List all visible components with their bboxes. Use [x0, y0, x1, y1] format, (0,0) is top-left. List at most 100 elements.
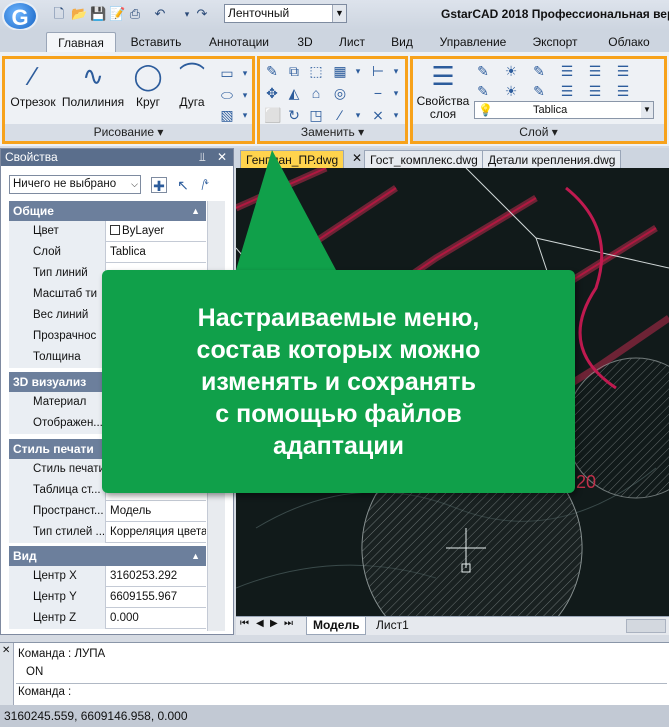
circle-icon: ◯ — [133, 61, 163, 91]
document-tab-active[interactable]: Генплан_ПР.dwg — [240, 150, 345, 168]
selection-dropdown[interactable]: Ничего не выбрано ⌵ — [9, 175, 141, 194]
new-file-icon[interactable]: 🗋 — [52, 7, 66, 21]
layer-tool-icon[interactable]: ✎ — [475, 63, 491, 79]
app-logo-icon[interactable]: G — [2, 1, 38, 31]
undo-dropdown-icon[interactable]: ▾ — [180, 7, 194, 21]
layer-tool-icon[interactable]: ☀ — [503, 83, 519, 99]
tab-home[interactable]: Главная — [46, 32, 116, 52]
property-row[interactable]: Тип стилей ... Корреляция цвета — [9, 522, 206, 543]
circle-button[interactable]: ◯ Круг — [127, 59, 169, 109]
property-row[interactable]: Цвет ByLayer — [9, 221, 206, 242]
property-row[interactable]: Слой Tablica — [9, 242, 206, 263]
select-objects-icon[interactable]: ↖ — [175, 177, 191, 193]
layer-select[interactable]: 💡 Tablica ▼ — [474, 101, 654, 119]
pin-icon[interactable]: ⫫ — [199, 149, 206, 166]
command-prompt[interactable]: Команда : — [18, 686, 71, 698]
undo-icon[interactable]: ↶ — [153, 7, 167, 21]
command-grip[interactable]: ✕ — [0, 643, 14, 705]
tab-sheet[interactable]: Лист — [330, 32, 374, 52]
copy-icon[interactable]: ⧉ — [286, 63, 302, 79]
array-icon[interactable]: ▦ — [332, 63, 348, 79]
more-icon[interactable]: ▾ — [350, 107, 366, 123]
tab-manage[interactable]: Управление — [432, 32, 514, 52]
section-view[interactable]: Вид ▲ — [9, 546, 206, 566]
close-icon[interactable]: ✕ — [2, 645, 10, 656]
fillet-icon[interactable]: ◳ — [308, 107, 324, 123]
workspace-select[interactable]: Ленточный ▼ — [224, 4, 347, 23]
section-general[interactable]: Общие ▲ — [9, 201, 206, 221]
layer-tool-icon[interactable]: ☰ — [615, 63, 631, 79]
horizontal-scrollbar[interactable] — [626, 619, 666, 633]
modify-panel-label[interactable]: Заменить ▾ — [260, 124, 405, 141]
more-icon[interactable]: ▾ — [237, 65, 253, 81]
rotate-icon[interactable]: ↻ — [286, 107, 302, 123]
redo-icon[interactable]: ↷ — [195, 7, 209, 21]
more-icon[interactable]: ▾ — [388, 107, 404, 123]
more-icon[interactable]: ▾ — [350, 63, 366, 79]
more-icon[interactable]: ▾ — [237, 87, 253, 103]
save-as-icon[interactable]: 📝 — [109, 7, 125, 21]
tab-cloud[interactable]: Облако — [596, 32, 662, 52]
document-tab[interactable]: Гост_комплекс.dwg — [364, 150, 484, 168]
more-icon[interactable]: ▾ — [388, 63, 404, 79]
layer-tool-icon[interactable]: ✎ — [531, 83, 547, 99]
more-icon[interactable]: ▾ — [237, 107, 253, 123]
document-tab[interactable]: Детали крепления.dwg — [482, 150, 622, 168]
layout-tab-bar: ⏮ ◀ ▶ ⏭ Модель Лист1 — [236, 616, 669, 635]
chevron-down-icon: ▼ — [641, 102, 653, 118]
tab-3d[interactable]: 3D — [288, 32, 322, 52]
join-icon[interactable]: − — [370, 85, 386, 101]
layer-tool-icon[interactable]: ☰ — [615, 83, 631, 99]
arc-button[interactable]: ⌒ Дуга — [171, 59, 213, 109]
layer-panel-label[interactable]: Слой ▾ — [413, 124, 664, 141]
first-layout-icon[interactable]: ⏮ — [240, 618, 249, 629]
align-icon[interactable]: ⊢ — [370, 63, 386, 79]
layout-tab-sheet1[interactable]: Лист1 — [372, 617, 413, 634]
explode-icon[interactable]: ⨯ — [370, 107, 386, 123]
tab-export[interactable]: Экспорт — [524, 32, 586, 52]
property-row[interactable]: Центр Z 0.000 — [9, 608, 206, 629]
open-folder-icon[interactable]: 📂 — [71, 7, 87, 21]
tab-view[interactable]: Вид — [380, 32, 424, 52]
tab-annotations[interactable]: Аннотации — [200, 32, 278, 52]
close-tab-icon[interactable]: ✕ — [352, 151, 362, 165]
break-icon[interactable]: ∕ — [332, 107, 348, 123]
rectangle-icon[interactable]: ▭ — [219, 65, 235, 81]
ellipse-icon[interactable]: ⬭ — [219, 87, 235, 103]
next-layout-icon[interactable]: ▶ — [270, 618, 278, 629]
layer-tool-icon[interactable]: ☰ — [559, 83, 575, 99]
layer-tool-icon[interactable]: ✎ — [531, 63, 547, 79]
property-row[interactable]: Центр Y 6609155.967 — [9, 587, 206, 608]
mirror-icon[interactable]: ◭ — [286, 85, 302, 101]
layout-tab-model[interactable]: Модель — [306, 617, 367, 635]
command-window: ✕ Команда : ЛУПА ON Команда : — [0, 642, 669, 705]
layer-properties-button[interactable]: ☰ Свойства слоя — [415, 59, 471, 121]
layer-tool-icon[interactable]: ✎ — [475, 83, 491, 99]
property-row[interactable]: Пространст... Модель — [9, 501, 206, 522]
scale-icon[interactable]: ⬜ — [264, 107, 281, 123]
layer-tool-icon[interactable]: ☰ — [587, 83, 603, 99]
property-row[interactable]: Центр X 3160253.292 — [9, 566, 206, 587]
layer-tool-icon[interactable]: ☀ — [503, 63, 519, 79]
draw-panel-label[interactable]: Рисование ▾ — [5, 124, 252, 141]
prev-layout-icon[interactable]: ◀ — [256, 618, 264, 629]
move-arrows-icon[interactable]: ✥ — [264, 85, 280, 101]
polyline-button[interactable]: ∿ Полилиния — [61, 59, 125, 109]
quick-select-icon[interactable]: ⭚ — [197, 177, 213, 193]
more-icon[interactable]: ▾ — [388, 85, 404, 101]
move-icon[interactable]: ✎ — [264, 63, 280, 79]
print-icon[interactable]: ⎙ — [128, 7, 142, 21]
hatch-icon[interactable]: ▧ — [219, 107, 235, 123]
stretch-icon[interactable]: ⬚ — [308, 63, 324, 79]
toggle-pickadd-icon[interactable]: ✚ — [151, 177, 167, 194]
layer-tool-icon[interactable]: ☰ — [587, 63, 603, 79]
close-icon[interactable]: ✕ — [217, 149, 227, 166]
line-button[interactable]: ∕ Отрезок — [7, 59, 59, 109]
last-layout-icon[interactable]: ⏭ — [284, 618, 293, 629]
draw-panel: ∕ Отрезок ∿ Полилиния ◯ Круг ⌒ Дуга ▭ ⬭ … — [2, 56, 255, 144]
trim-icon[interactable]: ⌂ — [308, 85, 324, 101]
layer-tool-icon[interactable]: ☰ — [559, 63, 575, 79]
offset-icon[interactable]: ◎ — [332, 85, 348, 101]
save-icon[interactable]: 💾 — [90, 7, 106, 21]
tab-insert[interactable]: Вставить — [121, 32, 191, 52]
